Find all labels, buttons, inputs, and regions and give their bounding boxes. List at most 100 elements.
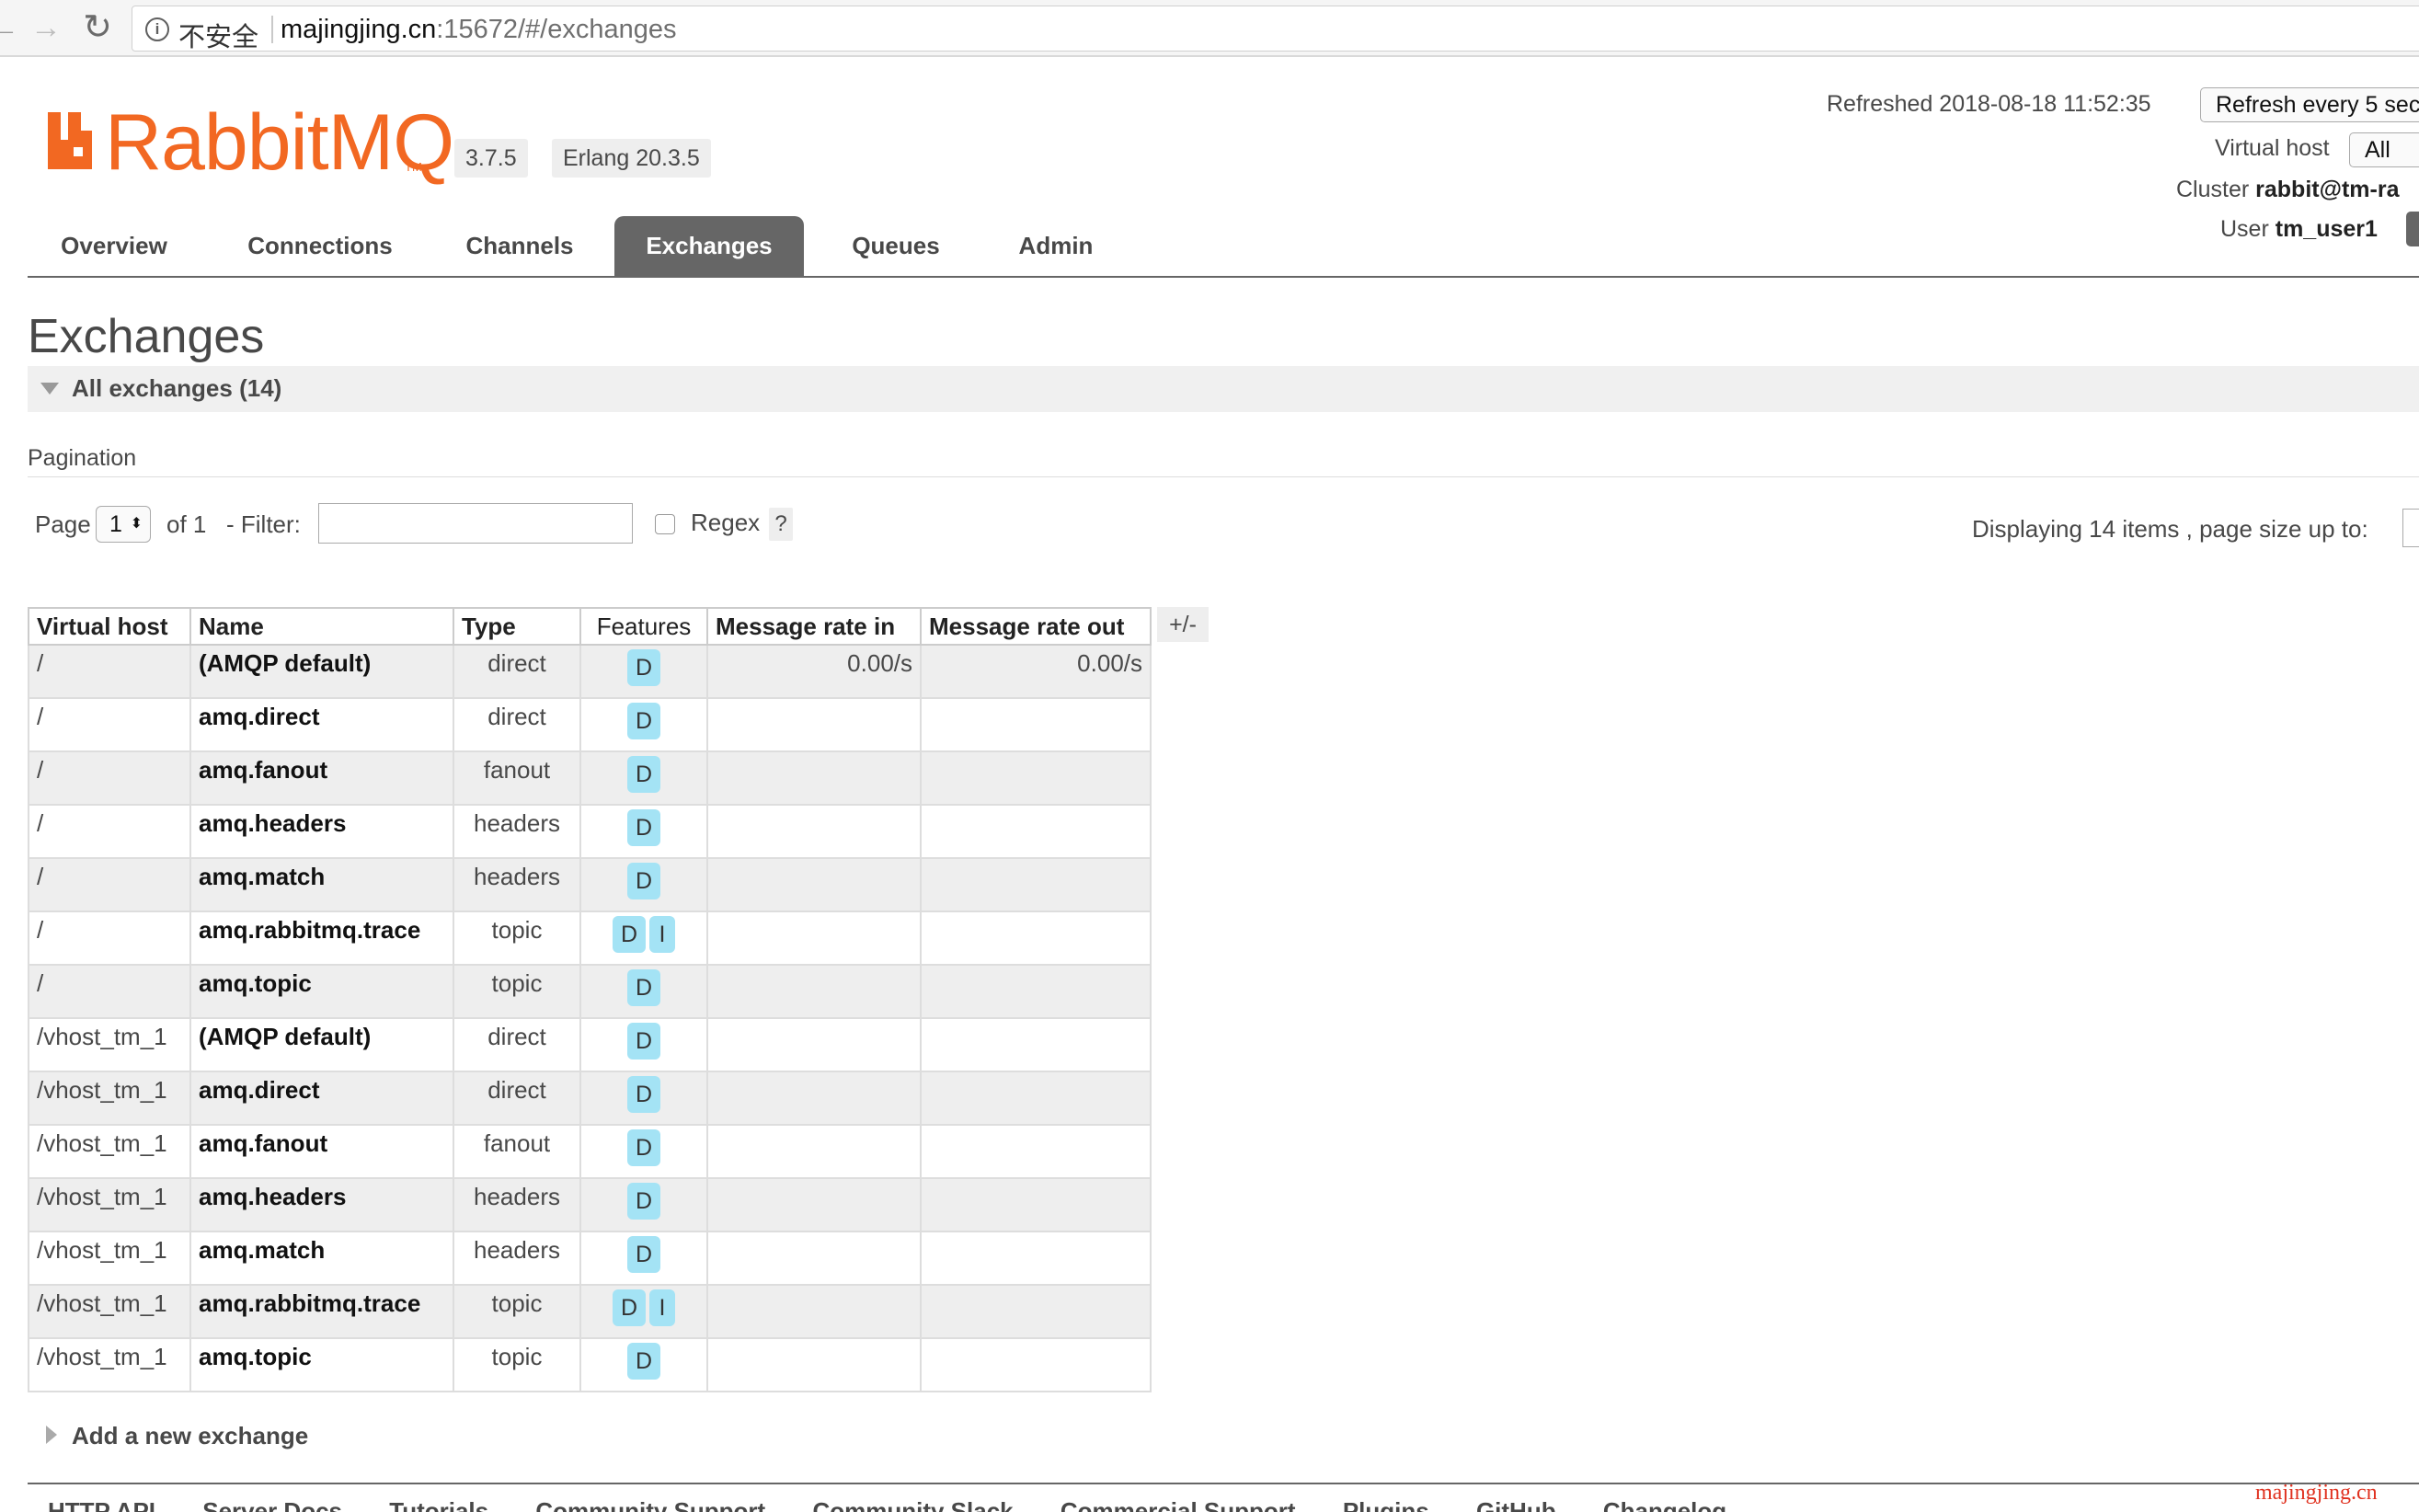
col-message-rate-in[interactable]: Message rate in	[706, 607, 922, 646]
regex-help-button[interactable]: ?	[769, 508, 793, 541]
tab-queues[interactable]: Queues	[817, 216, 975, 276]
cell-message-rate-out	[920, 1231, 1152, 1286]
cell-exchange-name[interactable]: amq.headers	[189, 804, 454, 859]
cell-message-rate-out	[920, 857, 1152, 912]
info-icon[interactable]: i	[145, 17, 169, 41]
cell-exchange-name[interactable]: amq.fanout	[189, 750, 454, 806]
pagination-title: Pagination	[28, 445, 137, 471]
cell-message-rate-in	[706, 1124, 922, 1179]
address-separator	[271, 16, 273, 43]
cluster-info: Cluster rabbit@tm-ra	[2176, 177, 2399, 203]
security-label[interactable]: 不安全	[178, 16, 258, 54]
url-host: majingjing.cn	[281, 15, 437, 44]
url-path: :15672/#/exchanges	[436, 15, 677, 44]
url-text[interactable]: majingjing.cn:15672/#/exchanges	[281, 15, 676, 45]
durable-badge: D	[627, 756, 660, 793]
cell-virtual-host: /	[28, 964, 191, 1019]
browser-toolbar: ← → ↻ i 不安全 majingjing.cn:15672/#/exchan…	[0, 0, 2419, 57]
tab-admin[interactable]: Admin	[988, 216, 1124, 276]
cell-type: direct	[453, 644, 581, 699]
footer-link-plugins[interactable]: Plugins	[1343, 1497, 1429, 1512]
footer-link-http-api[interactable]: HTTP API	[48, 1497, 155, 1512]
cell-virtual-host: /vhost_tm_1	[28, 1231, 191, 1286]
cell-features: D	[579, 697, 708, 752]
regex-checkbox[interactable]	[655, 514, 675, 534]
cell-exchange-name[interactable]: (AMQP default)	[189, 644, 454, 699]
cell-virtual-host: /	[28, 750, 191, 806]
exchanges-table: Virtual host Name Type Features Message …	[28, 607, 1152, 1392]
footer-link-github[interactable]: GitHub	[1476, 1497, 1556, 1512]
cell-exchange-name[interactable]: amq.direct	[189, 1071, 454, 1126]
cell-type: headers	[453, 857, 581, 912]
cell-type: topic	[453, 964, 581, 1019]
cell-virtual-host: /vhost_tm_1	[28, 1177, 191, 1232]
cell-type: headers	[453, 804, 581, 859]
footer-link-community-support[interactable]: Community Support	[535, 1497, 765, 1512]
refreshed-timestamp: Refreshed 2018-08-18 11:52:35	[1827, 91, 2151, 117]
cell-message-rate-out	[920, 1071, 1152, 1126]
cell-virtual-host: /	[28, 911, 191, 966]
cell-type: direct	[453, 697, 581, 752]
cell-type: topic	[453, 1284, 581, 1339]
cell-exchange-name[interactable]: amq.topic	[189, 1337, 454, 1392]
internal-badge: I	[649, 1289, 675, 1326]
tab-connections[interactable]: Connections	[217, 216, 423, 276]
all-exchanges-toggle[interactable]: All exchanges (14)	[28, 366, 2419, 412]
refresh-interval-select[interactable]: Refresh every 5 sec	[2200, 87, 2419, 122]
tab-channels[interactable]: Channels	[436, 216, 603, 276]
cell-exchange-name[interactable]: amq.rabbitmq.trace	[189, 911, 454, 966]
cell-exchange-name[interactable]: amq.direct	[189, 697, 454, 752]
footer-link-changelog[interactable]: Changelog	[1603, 1497, 1726, 1512]
durable-badge: D	[627, 863, 660, 899]
page-label: Page	[35, 510, 91, 538]
cell-exchange-name[interactable]: amq.match	[189, 857, 454, 912]
cell-message-rate-in	[706, 857, 922, 912]
col-message-rate-out[interactable]: Message rate out	[920, 607, 1152, 646]
cell-exchange-name[interactable]: amq.match	[189, 1231, 454, 1286]
footer-link-community-slack[interactable]: Community Slack	[812, 1497, 1013, 1512]
cell-type: direct	[453, 1017, 581, 1072]
durable-badge: D	[627, 1343, 660, 1380]
cell-features: D	[579, 964, 708, 1019]
footer-link-server-docs[interactable]: Server Docs	[202, 1497, 342, 1512]
durable-badge: D	[627, 1076, 660, 1113]
tab-exchanges[interactable]: Exchanges	[614, 216, 804, 276]
back-icon[interactable]: ←	[0, 9, 22, 46]
cell-exchange-name[interactable]: amq.headers	[189, 1177, 454, 1232]
cell-features: DI	[579, 911, 708, 966]
address-bar[interactable]: i 不安全 majingjing.cn:15672/#/exchanges ⚿ …	[132, 6, 2419, 52]
columns-toggle-button[interactable]: +/-	[1157, 607, 1209, 642]
cell-message-rate-in	[706, 697, 922, 752]
logo-trademark: TM	[405, 160, 422, 174]
col-name[interactable]: Name	[189, 607, 454, 646]
footer-link-tutorials[interactable]: Tutorials	[389, 1497, 488, 1512]
cell-features: D	[579, 1337, 708, 1392]
cell-virtual-host: /vhost_tm_1	[28, 1284, 191, 1339]
footer-link-commercial-support[interactable]: Commercial Support	[1060, 1497, 1296, 1512]
cell-exchange-name[interactable]: amq.rabbitmq.trace	[189, 1284, 454, 1339]
filter-input[interactable]	[318, 503, 633, 544]
cell-virtual-host: /vhost_tm_1	[28, 1337, 191, 1392]
expand-triangle-icon	[46, 1426, 57, 1444]
cell-features: D	[579, 750, 708, 806]
regex-label: Regex	[691, 509, 761, 536]
cell-virtual-host: /	[28, 804, 191, 859]
virtual-host-select[interactable]: All	[2349, 132, 2419, 167]
page-size-input[interactable]	[2402, 509, 2419, 547]
displaying-count: Displaying 14 items , page size up to:	[1972, 515, 2368, 543]
cell-exchange-name[interactable]: amq.fanout	[189, 1124, 454, 1179]
cell-message-rate-in	[706, 1284, 922, 1339]
cell-virtual-host: /	[28, 697, 191, 752]
cell-exchange-name[interactable]: (AMQP default)	[189, 1017, 454, 1072]
table-row: / amq.fanout fanout D	[28, 750, 1152, 806]
page-select[interactable]: 1 ⬍	[96, 506, 151, 543]
cell-exchange-name[interactable]: amq.topic	[189, 964, 454, 1019]
col-type[interactable]: Type	[453, 607, 581, 646]
reload-icon[interactable]: ↻	[79, 9, 116, 46]
cell-type: fanout	[453, 1124, 581, 1179]
tab-overview[interactable]: Overview	[28, 216, 201, 276]
cell-message-rate-out	[920, 697, 1152, 752]
durable-badge: D	[627, 1023, 660, 1060]
col-virtual-host[interactable]: Virtual host	[28, 607, 191, 646]
forward-icon[interactable]: →	[28, 9, 64, 46]
